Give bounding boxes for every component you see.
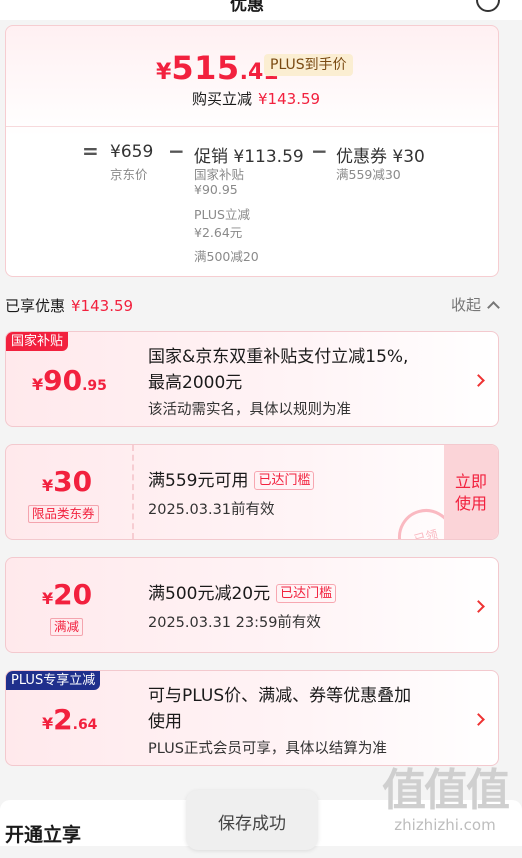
amount-decimal: .95 [82, 378, 107, 394]
chevron-right-icon [472, 374, 485, 387]
equals-sign: = [82, 139, 99, 163]
chevron-right-icon [472, 600, 485, 613]
use-now-button[interactable]: 立即 使用 [444, 445, 498, 539]
promo-item-name: PLUS立减 [194, 207, 250, 222]
amount-integer: 90 [43, 364, 83, 397]
promo-item-value: ¥90.95 [194, 182, 238, 197]
threshold-met-badge: 已达门槛 [254, 471, 315, 490]
promo-item-value: ¥2.64元 [194, 225, 243, 240]
enjoyed-label: 已享优惠 [5, 297, 66, 315]
national-subsidy-card[interactable]: 国家补贴 ¥ 90 .95 国家&京东双重补贴支付立减15%, 最高2000元 … [5, 331, 499, 427]
final-price: ¥ 515 .41 [156, 49, 279, 87]
watermark-logo: 值值值 [382, 765, 510, 816]
amount-currency: ¥ [42, 714, 54, 733]
card-title: 可与PLUS价、满减、券等优惠叠加 使用 [148, 683, 411, 735]
promo-item-name: 国家补贴 [194, 167, 245, 182]
full-reduction-amount: ¥ 20 [42, 578, 92, 611]
top-bar: 优惠 [0, 0, 522, 20]
enjoyed-discount-bar: 已享优惠 ¥143.59 收起 [0, 283, 522, 327]
coupon-card[interactable]: ¥ 30 限品类东券 满559元可用 已达门槛 2025.03.31前有效 已领 … [5, 444, 499, 540]
divider [6, 126, 498, 127]
threshold-met-badge: 已达门槛 [276, 584, 337, 603]
discount-amount: ¥ 90 .95 [32, 364, 107, 397]
coupon-validity: 2025.03.31前有效 [148, 502, 275, 518]
price-integer: 515 [171, 49, 240, 87]
discount-line: 购买立减 ¥143.59 [192, 88, 320, 109]
card-subtitle: PLUS正式会员可享，具体以结算为准 [148, 741, 387, 757]
full-reduction-title: 满500元减20元 已达门槛 [148, 581, 337, 607]
price-currency: ¥ [156, 60, 172, 85]
coupon-amount: ¥ 30 [42, 465, 92, 498]
open-plus-title: 开通立享 [5, 824, 82, 846]
collapse-button[interactable]: 收起 [451, 294, 500, 315]
amount-integer: 30 [53, 465, 93, 498]
coupon-title: 满559元可用 已达门槛 [148, 468, 315, 494]
discount-value: ¥143.59 [258, 90, 321, 108]
use-now-label: 立即 [454, 472, 487, 491]
card-title-line: 国家&京东双重补贴支付立减15%, [148, 347, 409, 367]
card-title-line: 使用 [148, 712, 182, 732]
full-reduction-title-text: 满500元减20元 [148, 584, 271, 604]
amount-decimal: .64 [72, 717, 98, 733]
amount-integer: 20 [53, 578, 93, 611]
site-watermark: 值值值 zhizhizhi.com [372, 765, 518, 835]
card-title-line: 最高2000元 [148, 373, 243, 393]
card-subtitle: 该活动需实名，具体以规则为准 [148, 402, 351, 418]
enjoyed-value: ¥143.59 [71, 297, 134, 315]
plus-discount-card[interactable]: PLUS专享立减 ¥ 2 .64 可与PLUS价、满减、券等优惠叠加 使用 PL… [5, 670, 499, 766]
use-now-label: 使用 [454, 494, 487, 513]
discount-label: 购买立减 [192, 90, 253, 108]
jd-price-label: 京东价 [110, 167, 148, 182]
coupon-type-badge: 限品类东券 [28, 505, 99, 523]
amount-currency: ¥ [42, 476, 54, 495]
card-title: 国家&京东双重补贴支付立减15%, 最高2000元 [148, 344, 408, 396]
discount-amount: ¥ 2 .64 [42, 703, 97, 736]
save-success-toast: 保存成功 [186, 790, 318, 850]
minus-sign: − [311, 139, 328, 163]
full-reduction-validity: 2025.03.31 23:59前有效 [148, 615, 321, 631]
close-icon[interactable] [476, 0, 500, 12]
coupon-perforation [132, 445, 134, 539]
coupon-title-text: 满559元可用 [148, 471, 249, 491]
chevron-up-icon [487, 301, 500, 314]
minus-sign: − [168, 139, 185, 163]
watermark-domain: zhizhizhi.com [394, 816, 496, 834]
plus-price-tag: PLUS到手价 [264, 54, 353, 76]
promo-item-name: 满500减20 [194, 249, 259, 264]
amount-currency: ¥ [42, 589, 54, 608]
full-reduction-card[interactable]: ¥ 20 满减 满500元减20元 已达门槛 2025.03.31 23:59前有… [5, 557, 499, 653]
collapse-label: 收起 [451, 296, 482, 314]
full-reduction-type-badge: 满减 [50, 618, 84, 636]
jd-price: ¥659 [110, 142, 154, 162]
amount-integer: 2 [53, 703, 73, 736]
card-tag: PLUS专享立减 [6, 671, 101, 690]
page-title: 优惠 [230, 0, 264, 15]
enjoyed-discount: 已享优惠 ¥143.59 [5, 295, 133, 316]
chevron-right-icon [472, 713, 485, 726]
card-title-line: 可与PLUS价、满减、券等优惠叠加 [148, 686, 412, 706]
amount-currency: ¥ [32, 375, 44, 394]
price-summary-card: ¥ 515 .41 PLUS到手价 购买立减 ¥143.59 = ¥659 京东价… [5, 25, 499, 277]
coupon-condition: 满559减30 [336, 167, 401, 182]
card-tag: 国家补贴 [6, 332, 69, 351]
